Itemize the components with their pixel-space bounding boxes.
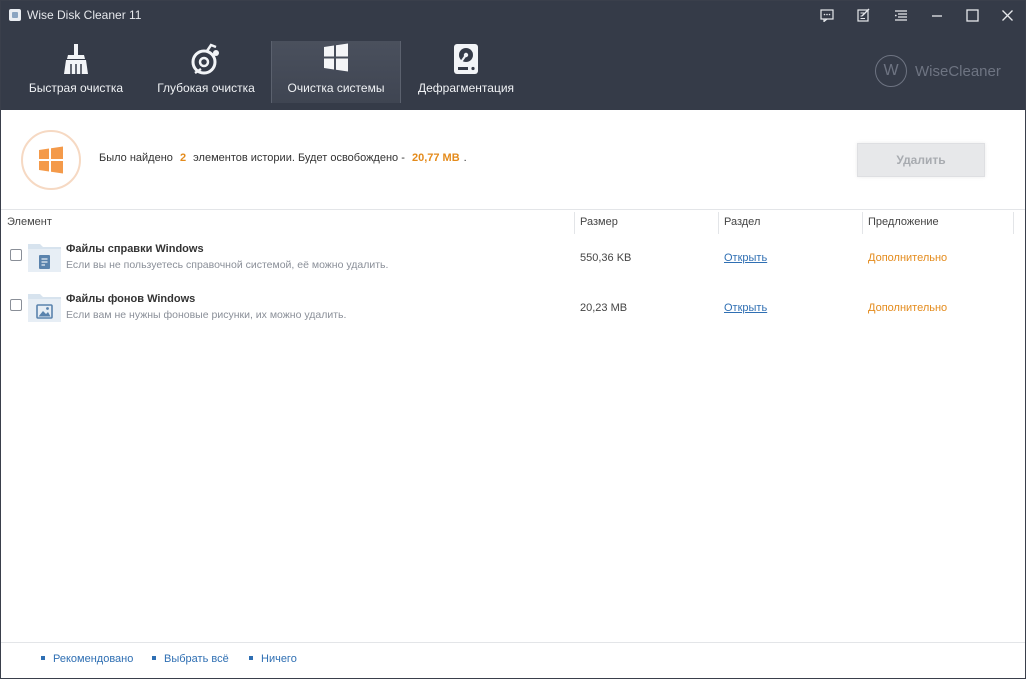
select-recommended-link[interactable]: Рекомендовано [41,653,133,665]
item-size: 550,36 KB [580,252,632,264]
table-row[interactable]: Файлы фонов Windows Если вам не нужны фо… [1,285,1025,333]
windows-summary-icon [21,130,81,190]
window-title: Wise Disk Cleaner 11 [27,8,142,22]
tab-label: Быстрая очистка [28,81,124,95]
feedback-icon[interactable] [815,4,839,26]
app-window: Wise Disk Cleaner 11 Быстрая очистка Глу… [0,0,1026,679]
main-nav: Быстрая очистка Глубокая очистка Очистка… [11,41,531,103]
tab-label: Дефрагментация [417,81,515,95]
footer: Рекомендовано Выбрать всё Ничего [1,642,1025,678]
app-icon [9,9,21,21]
column-separator[interactable] [1013,212,1014,234]
windows-icon [322,43,350,76]
disk-icon [452,43,480,78]
tab-quick-clean[interactable]: Быстрая очистка [11,41,141,103]
menu-icon[interactable] [889,4,913,26]
minimize-icon[interactable] [925,4,949,26]
select-all-link[interactable]: Выбрать всё [152,653,229,665]
footer-label: Выбрать всё [164,653,229,665]
table-header: Элемент Размер Раздел Предложение [1,212,1025,234]
column-separator[interactable] [862,212,863,234]
bullet-icon [41,656,45,661]
skin-icon[interactable] [852,4,876,26]
table-row[interactable]: Файлы справки Windows Если вы не пользуе… [1,235,1025,283]
summary-prefix: Было найдено [99,152,173,164]
maximize-icon[interactable] [960,4,984,26]
image-folder-icon [27,290,63,324]
row-checkbox[interactable] [10,249,22,261]
delete-button[interactable]: Удалить [857,143,985,177]
bullet-icon [249,656,253,661]
summary-suffix: . [463,152,467,164]
column-separator[interactable] [718,212,719,234]
deep-clean-icon [191,43,221,78]
column-header-item[interactable]: Элемент [7,216,52,228]
column-header-suggestion[interactable]: Предложение [868,216,939,228]
found-count: 2 [179,152,187,164]
broom-icon [62,43,90,78]
brand-logo: W WiseCleaner [875,55,1001,87]
tab-label: Глубокая очистка [157,81,255,95]
suggestion-label: Дополнительно [868,252,948,264]
item-description: Если вам не нужны фоновые рисунки, их мо… [66,309,347,321]
suggestion-label: Дополнительно [868,302,948,314]
brand-name: WiseCleaner [915,62,1001,80]
title-bar: Wise Disk Cleaner 11 [1,1,1025,29]
column-separator[interactable] [574,212,575,234]
tab-label: Очистка системы [287,81,385,95]
freed-size: 20,77 MB [411,152,460,164]
tab-system-clean[interactable]: Очистка системы [271,41,401,103]
open-link[interactable]: Открыть [724,252,767,264]
row-checkbox[interactable] [10,299,22,311]
footer-label: Ничего [261,653,297,665]
close-icon[interactable] [995,4,1019,26]
help-file-folder-icon [27,240,63,274]
summary-text: Было найдено 2 элементов истории. Будет … [99,152,467,164]
column-header-section[interactable]: Раздел [724,216,760,228]
bullet-icon [152,656,156,661]
select-none-link[interactable]: Ничего [249,653,297,665]
tab-defrag[interactable]: Дефрагментация [401,41,531,103]
item-title: Файлы справки Windows [66,243,204,255]
header: Wise Disk Cleaner 11 Быстрая очистка Глу… [1,1,1025,110]
item-title: Файлы фонов Windows [66,293,196,305]
open-link[interactable]: Открыть [724,302,767,314]
summary-middle: элементов истории. Будет освобождено - [193,152,405,164]
column-header-size[interactable]: Размер [580,216,618,228]
footer-label: Рекомендовано [53,653,134,665]
item-size: 20,23 MB [580,302,628,314]
tab-deep-clean[interactable]: Глубокая очистка [141,41,271,103]
brand-circle: W [875,55,907,87]
item-description: Если вы не пользуетесь справочной систем… [66,259,389,271]
scan-summary: Было найдено 2 элементов истории. Будет … [1,110,1025,210]
